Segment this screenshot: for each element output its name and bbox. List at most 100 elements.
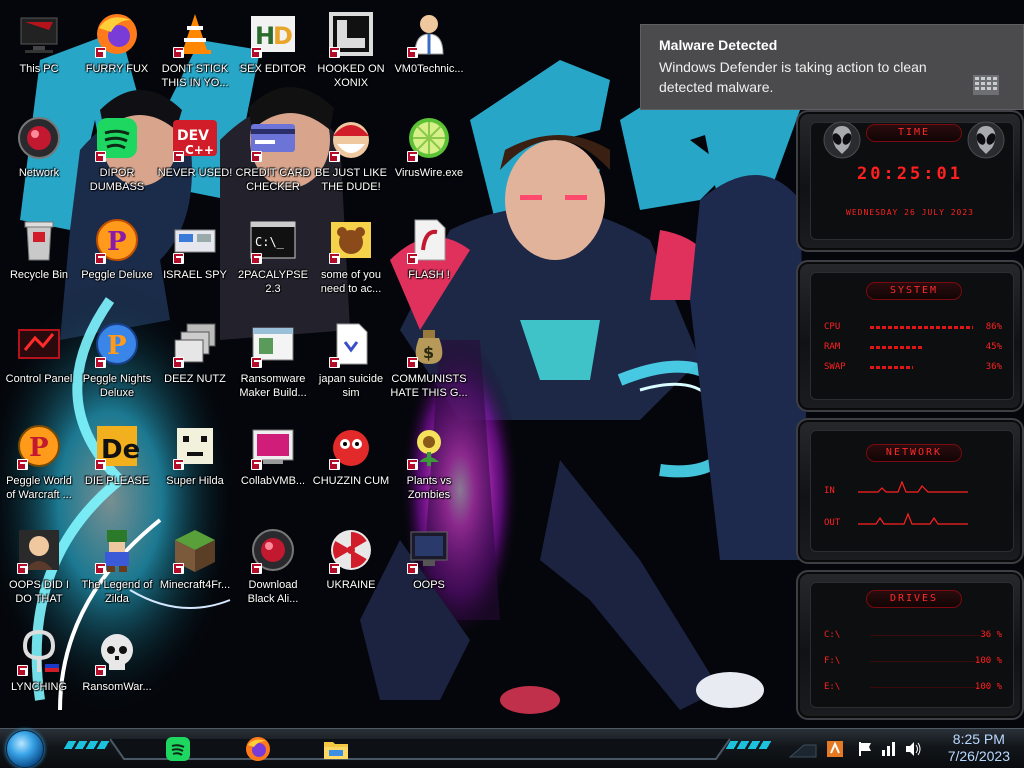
desktop-icon[interactable]: BE JUST LIKE THE DUDE! xyxy=(312,108,390,208)
desktop-icon[interactable]: H D SEX EDITOR xyxy=(234,4,312,104)
desktop-icon[interactable]: Control Panel xyxy=(0,314,78,414)
spotify-taskbar-button[interactable] xyxy=(158,731,198,767)
notification-body: Windows Defender is taking action to cle… xyxy=(659,59,927,95)
shortcut-arrow-icon xyxy=(95,151,106,162)
desktop-icon[interactable]: ISRAEL SPY xyxy=(156,210,234,310)
desktop-icon[interactable]: VM0Technic... xyxy=(390,4,468,104)
monitor-dark-icon xyxy=(15,10,63,58)
desktop-icon-label: HOOKED ON XONIX xyxy=(317,63,385,89)
shortcut-arrow-icon xyxy=(251,47,262,58)
drive-row-value: 100 % xyxy=(974,656,1002,666)
chuzzle-icon xyxy=(327,422,375,470)
desktop-icon[interactable]: DONT STICK THIS IN YO... xyxy=(156,4,234,104)
svg-text:P: P xyxy=(107,227,127,257)
desktop-icon-label: SEX EDITOR xyxy=(239,63,307,75)
taskbar-frame xyxy=(110,738,730,760)
notification-title: Malware Detected xyxy=(659,37,778,53)
desktop-icon[interactable]: CREDIT CARD CHECKER xyxy=(234,108,312,208)
taskbar-clock[interactable]: 8:25 PM 7/26/2023 xyxy=(948,731,1010,765)
drive-row-label: F:\ xyxy=(824,656,841,666)
svg-text:De: De xyxy=(101,435,140,465)
firefox-icon xyxy=(93,10,141,58)
desktop-icon[interactable]: P Peggle World of Warcraft ... xyxy=(0,416,78,516)
desktop-icon[interactable]: $ COMMUNISTS HATE THIS G... xyxy=(390,314,468,414)
shortcut-arrow-icon xyxy=(251,459,262,470)
volume-icon[interactable] xyxy=(904,740,922,758)
start-button[interactable] xyxy=(6,730,44,768)
shortcut-arrow-icon xyxy=(407,563,418,574)
shortcut-arrow-icon xyxy=(329,253,340,264)
desktop-icon[interactable]: some of you need to ac... xyxy=(312,210,390,310)
show-hidden-icons[interactable] xyxy=(786,737,820,761)
desktop-icon-label: CHUZZIN CUM xyxy=(312,475,390,487)
desktop-icon[interactable]: Recycle Bin xyxy=(0,210,78,310)
desktop-icon[interactable]: C:\_ 2PACALYPSE 2.3 xyxy=(234,210,312,310)
desktop-icon[interactable]: Ransomware Maker Build... xyxy=(234,314,312,414)
cmd-icon: C:\_ xyxy=(249,216,297,264)
shortcut-arrow-icon xyxy=(95,563,106,574)
desktop-icon[interactable]: Download Black Ali... xyxy=(234,520,312,620)
system-row-value: 45% xyxy=(985,342,1002,352)
desktop-icon[interactable]: DIPOR DUMBASS xyxy=(78,108,156,208)
desktop-icon[interactable]: VirusWire.exe xyxy=(390,108,468,208)
desktop-icon-label: Recycle Bin xyxy=(9,269,69,281)
system-row-bar xyxy=(870,366,990,369)
desktop-icon[interactable]: P Peggle Deluxe xyxy=(78,210,156,310)
radiation-icon xyxy=(327,526,375,574)
desktop-icon[interactable]: Network xyxy=(0,108,78,208)
drive-row: C:\ 36 % xyxy=(824,630,1002,642)
desktop-icon[interactable]: CHUZZIN CUM xyxy=(312,416,390,516)
system-row: RAM 45% xyxy=(824,342,1002,354)
desktop-icon[interactable]: HOOKED ON XONIX xyxy=(312,4,390,104)
desktop-icon[interactable]: DEV C++ NEVER USED! xyxy=(156,108,234,208)
desktop-icon[interactable]: DEEZ NUTZ xyxy=(156,314,234,414)
desktop-icon[interactable]: RansomWar... xyxy=(78,622,156,722)
peggle-wow-icon: P xyxy=(15,422,63,470)
desktop-icon[interactable]: P Peggle Nights Deluxe xyxy=(78,314,156,414)
shortcut-arrow-icon xyxy=(329,47,340,58)
spotify-icon xyxy=(166,737,190,761)
desktop-icon-label: The Legend of Zilda xyxy=(81,579,153,605)
shortcut-arrow-icon xyxy=(17,459,28,470)
desktop-icon[interactable]: This PC xyxy=(0,4,78,104)
flag-icon[interactable] xyxy=(856,740,874,758)
ime-icon[interactable] xyxy=(826,740,844,758)
network-icon[interactable] xyxy=(880,740,898,758)
doctor-icon xyxy=(405,10,453,58)
shortcut-arrow-icon xyxy=(173,357,184,368)
peggle-nights-icon: P xyxy=(93,320,141,368)
desktop-icon[interactable]: OOPS DID I DO THAT xyxy=(0,520,78,620)
desktop-icon[interactable]: LYNCHING xyxy=(0,622,78,722)
desktop-icon[interactable]: japan suicide sim xyxy=(312,314,390,414)
desktop-icon[interactable]: FURRY FUX xyxy=(78,4,156,104)
desktop-icon[interactable]: The Legend of Zilda xyxy=(78,520,156,620)
desktop-icon-label: OOPS xyxy=(413,579,445,591)
shortcut-arrow-icon xyxy=(251,357,262,368)
desktop-icon[interactable]: Plants vs Zombies xyxy=(390,416,468,516)
malware-notification[interactable]: Malware Detected Windows Defender is tak… xyxy=(640,24,1024,110)
desktop-icon[interactable]: De DIE PLEASE xyxy=(78,416,156,516)
desktop-icon[interactable]: UKRAINE xyxy=(312,520,390,620)
time-widget: TIME 20:25:01 WEDNESDAY 26 JULY 2023 xyxy=(796,110,1024,252)
svg-text:P: P xyxy=(29,433,49,463)
shortcut-arrow-icon xyxy=(95,47,106,58)
pixel-hero-icon xyxy=(93,526,141,574)
desktop-icon-label: Plants vs Zombies xyxy=(406,475,452,501)
desktop-icon[interactable]: FLASH ! xyxy=(390,210,468,310)
desktop-icon[interactable]: Minecraft4Fr... xyxy=(156,520,234,620)
desktop-icon[interactable]: OOPS xyxy=(390,520,468,620)
flash-doc-icon xyxy=(405,216,453,264)
dark-monitor-icon xyxy=(405,526,453,574)
shortcut-arrow-icon xyxy=(407,459,418,470)
desktop-icon[interactable]: CollabVMB... xyxy=(234,416,312,516)
drives-badge: DRIVES xyxy=(866,590,962,608)
desktop-icon-label: LYNCHING xyxy=(10,681,68,693)
svg-text:$: $ xyxy=(423,343,434,362)
system-row-value: 36% xyxy=(985,362,1002,372)
file-explorer-taskbar-button[interactable] xyxy=(316,731,356,767)
network-out-label: OUT xyxy=(824,518,841,528)
system-row-label: SWAP xyxy=(824,362,846,372)
firefox-taskbar-button[interactable] xyxy=(238,731,278,767)
desktop-icon-label: CREDIT CARD CHECKER xyxy=(235,167,311,193)
desktop-icon[interactable]: Super Hilda xyxy=(156,416,234,516)
